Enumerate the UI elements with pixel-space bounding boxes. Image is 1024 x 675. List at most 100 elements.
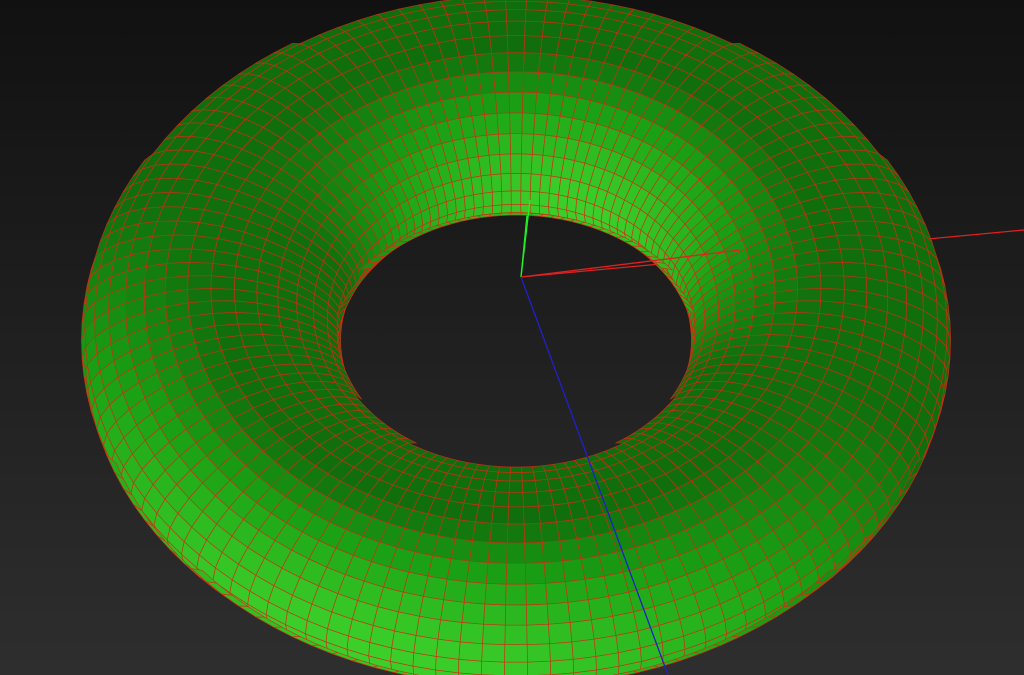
mesh-face: [571, 638, 597, 660]
mesh-face: [491, 52, 509, 73]
mesh-face: [567, 599, 592, 623]
mesh-face: [509, 472, 523, 482]
mesh-face: [164, 275, 189, 293]
mesh-face: [521, 471, 536, 482]
mesh-face: [508, 480, 524, 493]
mesh-face: [526, 623, 550, 646]
mesh-face: [508, 91, 524, 114]
mesh-face: [565, 578, 589, 603]
mesh-face: [529, 204, 541, 215]
mesh-face: [541, 540, 564, 563]
mesh-face: [187, 261, 214, 277]
mesh-face: [820, 275, 845, 290]
mesh-face: [536, 72, 554, 95]
mesh-face: [214, 323, 242, 339]
mesh-face: [262, 334, 287, 346]
mesh-face: [457, 659, 482, 675]
mesh-face: [489, 35, 509, 54]
mesh-face: [145, 248, 170, 267]
mesh-face: [482, 191, 494, 208]
mesh-face: [505, 562, 527, 585]
mesh-face: [498, 133, 511, 155]
mesh-face: [487, 541, 508, 564]
mesh-face: [541, 21, 564, 39]
mesh-face: [522, 71, 539, 93]
mesh-face: [796, 287, 822, 302]
mesh-face: [820, 287, 845, 304]
mesh-face: [525, 0, 548, 11]
mesh-face: [500, 173, 512, 192]
mesh-face: [816, 248, 844, 264]
mesh-face: [237, 323, 264, 336]
mesh-face: [461, 601, 486, 625]
mesh-face: [487, 20, 508, 37]
mesh-face: [496, 471, 511, 482]
mesh-face: [523, 522, 543, 544]
mesh-face: [521, 466, 534, 473]
mesh-face: [531, 133, 546, 156]
mesh-face: [480, 174, 493, 194]
mesh-face: [795, 300, 821, 314]
mesh-face: [483, 603, 506, 626]
mesh-face: [240, 334, 267, 347]
mesh-face: [524, 20, 545, 37]
mesh-face: [499, 212, 512, 216]
mesh-face: [243, 344, 271, 358]
mesh-face: [836, 234, 863, 250]
mesh-face: [210, 287, 236, 302]
mesh-face: [509, 133, 523, 155]
mesh-face: [480, 660, 505, 675]
mesh-face: [482, 623, 506, 646]
mesh-face: [538, 191, 550, 208]
mesh-face: [505, 9, 527, 22]
scene-canvas[interactable]: [0, 0, 1024, 675]
mesh-face: [521, 112, 536, 135]
mesh-face: [525, 582, 548, 606]
mesh-face: [530, 213, 544, 217]
mesh-face: [508, 71, 524, 93]
mesh-face: [506, 20, 526, 36]
mesh-face: [485, 562, 508, 585]
mesh-face: [538, 52, 557, 74]
mesh-face: [521, 480, 538, 493]
mesh-face: [522, 491, 539, 508]
mesh-face: [771, 312, 797, 325]
mesh-face: [566, 196, 578, 213]
mesh-face: [491, 505, 509, 525]
mesh-face: [485, 9, 508, 23]
mesh-face: [546, 601, 571, 625]
mesh-face: [494, 91, 511, 114]
mesh-face: [212, 312, 239, 327]
mesh-face: [415, 615, 441, 640]
mesh-face: [484, 582, 507, 606]
mesh-face: [493, 491, 510, 508]
mesh-face: [506, 523, 526, 544]
mesh-face: [520, 173, 532, 192]
mesh-face: [165, 261, 190, 279]
mesh-face: [486, 133, 501, 156]
mesh-face: [484, 113, 499, 136]
mesh-face: [569, 619, 595, 643]
mesh-face: [530, 154, 544, 176]
mesh-face: [440, 599, 465, 623]
mesh-face: [523, 505, 541, 525]
mesh-face: [543, 10, 566, 24]
mesh-face: [510, 153, 522, 174]
3d-viewport[interactable]: [0, 0, 1024, 675]
mesh-face: [463, 194, 475, 211]
mesh-face: [839, 248, 866, 264]
mesh-face: [591, 615, 617, 640]
mesh-face: [466, 10, 489, 24]
mesh-face: [504, 644, 528, 663]
mesh-face: [549, 641, 574, 662]
mesh-face: [504, 624, 528, 646]
mesh-face: [498, 466, 511, 473]
mesh-face: [526, 603, 549, 626]
mesh-face: [550, 659, 575, 675]
mesh-face: [524, 541, 545, 564]
mesh-face: [557, 194, 569, 211]
mesh-face: [458, 641, 483, 662]
mesh-face: [468, 540, 491, 563]
mesh-face: [526, 643, 551, 663]
mesh-face: [187, 300, 214, 317]
